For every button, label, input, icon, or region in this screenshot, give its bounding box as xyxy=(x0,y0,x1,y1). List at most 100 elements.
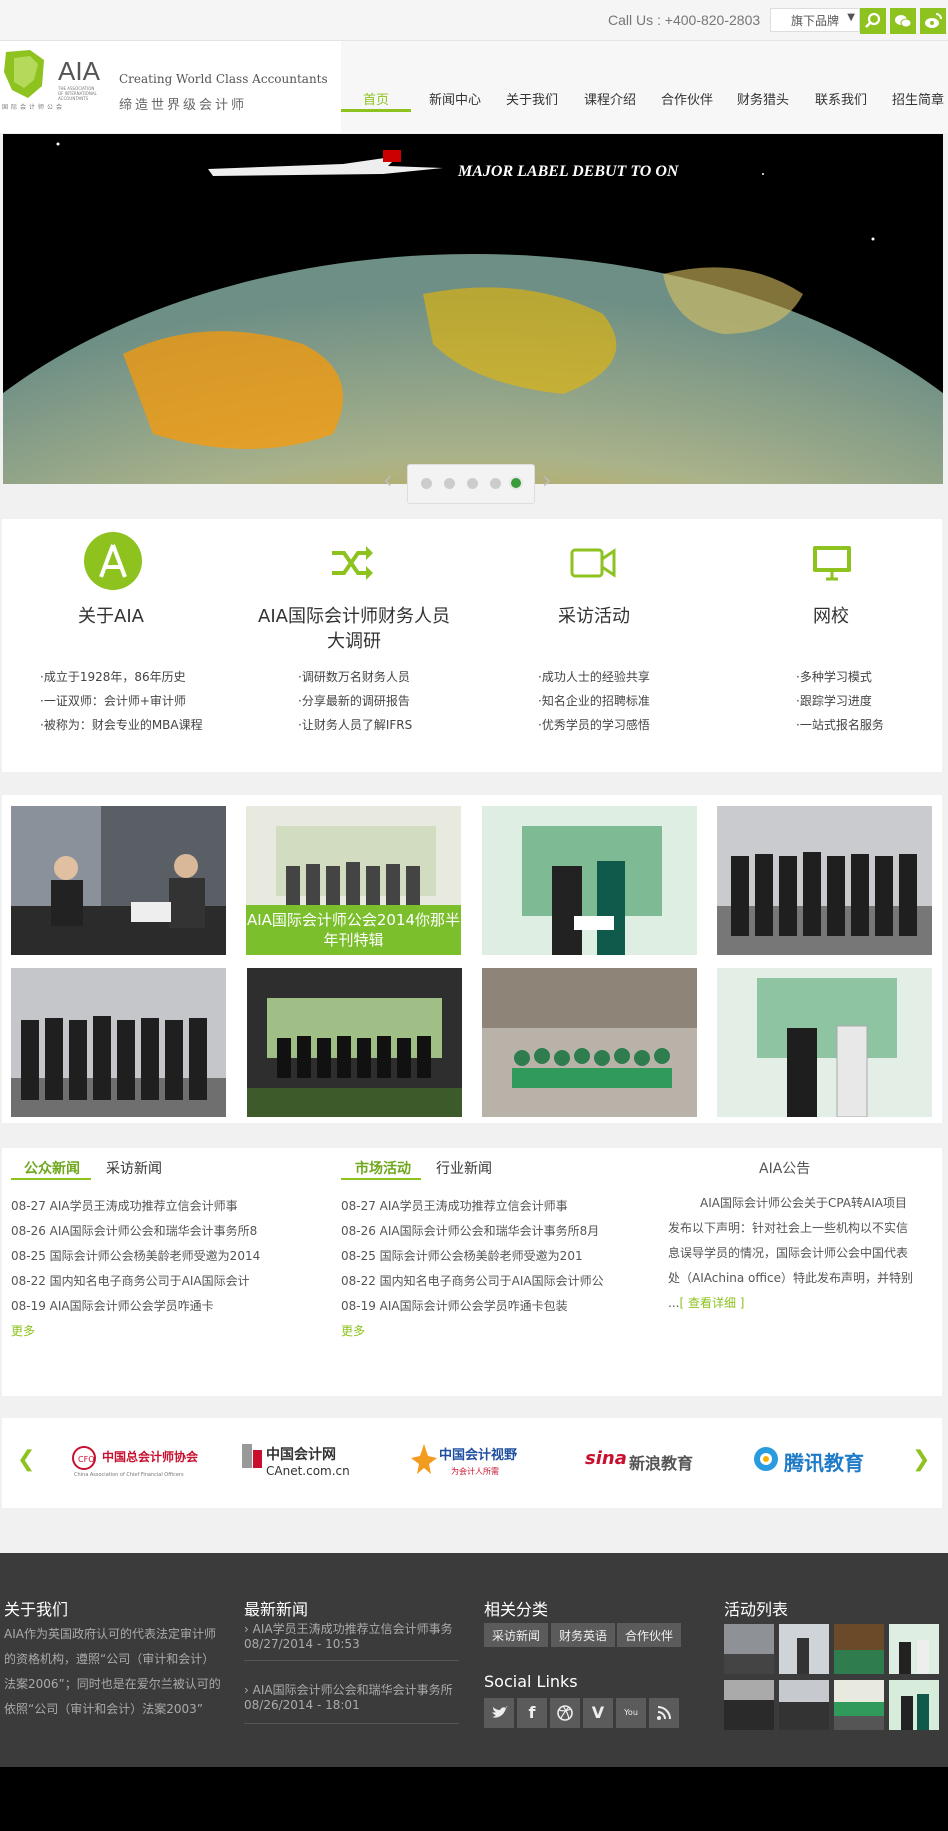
partner-name: 腾讯教育 xyxy=(784,1451,864,1475)
activity-thumbnail[interactable] xyxy=(779,1680,829,1730)
category-tag[interactable]: 财务英语 xyxy=(551,1623,616,1647)
partner-logo-qq-edu[interactable]: 腾讯教育 xyxy=(752,1445,877,1479)
divider xyxy=(244,1723,459,1724)
banner-next-arrow[interactable]: › xyxy=(542,466,552,494)
brand-select-label: 旗下品牌 xyxy=(791,14,840,28)
gallery-photo[interactable] xyxy=(717,968,932,1117)
slider-dot-3[interactable] xyxy=(467,478,478,489)
footer-latest-title: 最新新闻 xyxy=(244,1600,309,1619)
tab-public-news[interactable]: 公众新闻 xyxy=(24,1158,80,1178)
news-item[interactable]: 08-26 AIA国际会计师公会和瑞华会计事务所8 xyxy=(11,1222,321,1239)
feature-title-about[interactable]: 关于AIA xyxy=(11,604,211,629)
gallery-photo[interactable] xyxy=(247,968,462,1117)
aia-logo-image: AIA THE ASSOCIATION OF INTERNATIONAL ACC… xyxy=(2,50,101,111)
wechat-button[interactable] xyxy=(890,8,916,34)
activity-thumbnail[interactable] xyxy=(724,1680,774,1730)
gallery-photo[interactable] xyxy=(11,968,226,1117)
slider-dot-4[interactable] xyxy=(490,478,501,489)
nav-home[interactable]: 首页 xyxy=(363,89,389,108)
activity-thumbnail[interactable] xyxy=(889,1624,939,1674)
gallery-photo[interactable] xyxy=(482,968,697,1117)
news-item[interactable]: 08-19 AIA国际会计师公会学员咋通卡 xyxy=(11,1297,321,1314)
rss-icon[interactable] xyxy=(649,1698,679,1728)
aia-app-icon[interactable] xyxy=(83,531,143,591)
category-tag[interactable]: 合作伙伴 xyxy=(617,1623,682,1647)
slider-dot-2[interactable] xyxy=(444,478,455,489)
youtube-icon[interactable]: You xyxy=(616,1698,646,1728)
shuffle-icon[interactable] xyxy=(330,543,374,583)
activity-thumbnail[interactable] xyxy=(779,1624,829,1674)
activity-thumbnail[interactable] xyxy=(834,1624,884,1674)
news-item[interactable]: 08-22 国内知名电子商务公司于AIA国际会计师公 xyxy=(341,1272,641,1289)
feature-item: ·多种学习模式 xyxy=(796,670,872,684)
partners-prev-arrow[interactable]: ❮ xyxy=(17,1447,35,1472)
slider-dot-1[interactable] xyxy=(421,478,432,489)
nav-news-center[interactable]: 新闻中心 xyxy=(429,89,481,108)
news-item[interactable]: 08-27 AIA学员王涛成功推荐立信会计师事 xyxy=(11,1197,321,1214)
tab-industry-news[interactable]: 行业新闻 xyxy=(436,1158,492,1178)
feature-title-interviews[interactable]: 采访活动 xyxy=(494,604,694,629)
esnai-logo-mark xyxy=(411,1444,437,1474)
news-item[interactable]: 08-26 AIA国际会计师公会和瑞华会计事务所8月 xyxy=(341,1222,641,1239)
feature-item: ·成功人士的经验共享 xyxy=(538,670,650,684)
photo-class-group xyxy=(482,968,697,1117)
slider-dot-5[interactable] xyxy=(509,476,523,490)
activity-thumbnail[interactable] xyxy=(724,1624,774,1674)
nav-admissions[interactable]: 招生简章 xyxy=(892,89,944,108)
more-link[interactable]: 更多 xyxy=(11,1322,35,1339)
news-item[interactable]: 08-27 AIA学员王涛成功推荐立信会计师事 xyxy=(341,1197,641,1214)
photo-signing xyxy=(482,806,697,955)
vimeo-icon[interactable]: V xyxy=(583,1698,613,1728)
news-item[interactable]: 08-19 AIA国际会计师公会学员咋通卡包装 xyxy=(341,1297,641,1314)
banner-prev-arrow[interactable]: ‹ xyxy=(383,466,393,494)
monitor-icon[interactable] xyxy=(810,543,854,583)
gallery-photo[interactable] xyxy=(717,806,932,955)
more-link[interactable]: 更多 xyxy=(341,1322,365,1339)
partner-logo-canet[interactable]: 中国会计网 CAnet.com.cn xyxy=(242,1442,350,1482)
footer-about-text: AIA作为英国政府认可的代表法定审计师 xyxy=(4,1627,216,1641)
tab-interview-news[interactable]: 采访新闻 xyxy=(106,1158,162,1178)
hero-banner[interactable]: MAJOR LABEL DEBUT TO ON xyxy=(3,134,943,484)
partners-next-arrow[interactable]: ❯ xyxy=(912,1447,930,1472)
news-item[interactable]: 08-22 国内知名电子商务公司于AIA国际会计 xyxy=(11,1272,321,1289)
video-camera-icon[interactable] xyxy=(569,545,617,581)
aia-logo[interactable]: AIA THE ASSOCIATION OF INTERNATIONAL ACC… xyxy=(0,46,108,112)
facebook-icon[interactable]: f xyxy=(517,1698,547,1728)
view-details-link[interactable]: [ 查看详细 ] xyxy=(679,1296,744,1310)
announcement-line: AIA国际会计师公会关于CPA转AIA项目 xyxy=(700,1196,907,1210)
footer-about-title: 关于我们 xyxy=(4,1600,69,1619)
twitter-icon[interactable] xyxy=(484,1698,514,1728)
search-button[interactable] xyxy=(860,8,886,34)
partner-logo-cacfo[interactable]: CFO 中国总会计师协会 China Association of Chief … xyxy=(72,1442,198,1482)
feature-title-online-school[interactable]: 网校 xyxy=(731,604,931,629)
feature-item: ·分享最新的调研报告 xyxy=(298,694,410,708)
nav-finance-headhunting[interactable]: 财务猎头 xyxy=(737,89,789,108)
feature-title-survey[interactable]: AIA国际会计师财务人员大调研 xyxy=(254,604,454,654)
activity-thumbnail[interactable] xyxy=(889,1680,939,1730)
brand-select[interactable]: 旗下品牌 ▼ xyxy=(770,8,860,32)
partner-logo-esnai[interactable]: 中国会计视野 为会计人所需 xyxy=(411,1442,521,1482)
category-tag[interactable]: 采访新闻 xyxy=(484,1623,549,1647)
tab-market-activities[interactable]: 市场活动 xyxy=(355,1158,411,1178)
news-item[interactable]: 08-25 国际会计师公会杨美龄老师受邀为201 xyxy=(341,1247,641,1264)
dribbble-icon[interactable] xyxy=(550,1698,580,1728)
activity-thumbnail[interactable] xyxy=(834,1680,884,1730)
features-section xyxy=(2,519,942,772)
feature-item: ·知名企业的招聘标准 xyxy=(538,694,650,708)
slogan-english: Creating World Class Accountants xyxy=(119,72,328,86)
nav-courses[interactable]: 课程介绍 xyxy=(584,89,636,108)
gallery-caption[interactable]: AIA国际会计师公会2014你那半年刊特辑 xyxy=(246,905,461,955)
news-item[interactable]: 08-25 国际会计师公会杨美龄老师受邀为2014 xyxy=(11,1247,321,1264)
call-us-text: Call Us : +400-820-2803 xyxy=(608,12,761,28)
gallery-photo[interactable] xyxy=(482,806,697,955)
weibo-button[interactable] xyxy=(920,8,946,34)
nav-about-us[interactable]: 关于我们 xyxy=(506,89,558,108)
nav-partners[interactable]: 合作伙伴 xyxy=(661,89,713,108)
announcement-ellipsis: ... xyxy=(668,1296,680,1310)
wechat-icon xyxy=(895,15,912,28)
partner-logo-sina-edu[interactable]: sina 新浪教育 xyxy=(585,1448,700,1478)
gallery-photo[interactable] xyxy=(11,806,226,955)
footer-news-item[interactable]: › AIA国际会计师公会和瑞华会计事务所 xyxy=(244,1681,453,1698)
footer-news-item[interactable]: › AIA学员王涛成功推荐立信会计师事务 xyxy=(244,1620,453,1637)
nav-contact-us[interactable]: 联系我们 xyxy=(815,89,867,108)
